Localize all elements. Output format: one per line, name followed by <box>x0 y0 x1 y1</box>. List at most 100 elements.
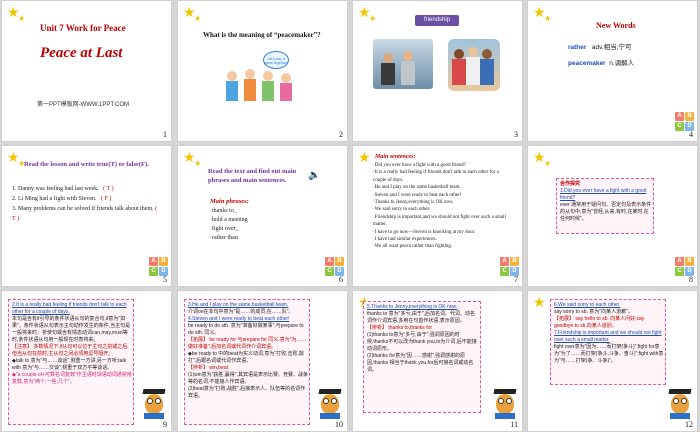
phrase-item: ·fight over_ <box>210 226 239 232</box>
instruction-text: Read the text and find out main phrases … <box>208 168 297 184</box>
sentence-item: ·Thanks to Jenny,everything is OK now. <box>373 200 454 206</box>
slide-thumbnail-7[interactable]: ★ Main sentences: ·Did you ever have a f… <box>352 145 523 287</box>
box-body: 本句是含有if引导的条件状语从句的复合句,if意为"如果"。条件状语从句表示主句… <box>12 316 131 343</box>
box-note: (2)beat意为"打败,战胜",后接表示人、队伍等的名词作宾语。 <box>188 386 306 399</box>
new-words-heading: New Words <box>596 21 636 30</box>
footer-text: 第一PPT模板网-WWW.1PPT.COM <box>37 102 129 108</box>
sentence-item: ·We said sorry to each other. <box>373 207 431 213</box>
slide-thumbnail-10[interactable]: ★ 3.He and I play on the same basketball… <box>177 290 348 432</box>
speech-bubble: Let's play a game together! <box>263 51 289 69</box>
box-note: (1)thanks to意为"多亏,由于",强调原因的时候,thanks不可以改… <box>367 332 477 352</box>
box-note: 【注意】 多数情况下,if从句可以位于主句之前或之后,但当从句在前时,主从句之间… <box>12 344 129 357</box>
star-icon: ★ <box>18 14 26 23</box>
slide-thumbnail-2[interactable]: ★ ★ What is the meaning of “peacemaker”?… <box>177 0 348 142</box>
sentence-item: ·I have had similar experiences. <box>373 237 437 243</box>
explanation-box: 5.Thanks to Jenny,everything is OK now. … <box>363 301 481 413</box>
list-item: 1. Danny was feeling bad last week. ( T … <box>12 186 114 192</box>
abc-blocks-icon: ABCD <box>149 257 168 276</box>
slide-number: 11 <box>510 420 518 429</box>
box-note: 【拓展】 be ready for 与prepare for 同义,意为"为……… <box>188 337 307 350</box>
abc-blocks-icon: ABCD <box>500 257 519 276</box>
slide-number: 2 <box>339 130 343 139</box>
box-note: ◆be ready to 中的beat为实义动词,意为"打败,击败,敲打",后跟… <box>188 351 304 364</box>
box-note: ◆talk to 意为"与……谈话",侧重一方讲,另一方听;talk with … <box>12 358 127 371</box>
box-body: ever 通常用于疑问句、否定句及表示条件的从句中,意为"曾经,从来,有时,在某… <box>560 202 652 222</box>
question-text: What is the meaning of “peacemaker”? <box>203 31 321 39</box>
owl-mascot-icon <box>667 389 693 419</box>
explanation-box: 3.He and I play on the same basketball t… <box>184 299 310 425</box>
slide-thumbnail-6[interactable]: ★ ★ 🔈 Read the text and find out main ph… <box>177 145 348 287</box>
box-note: 【拓展】 say hello to sb. 向某人问好;say goodbye … <box>554 316 645 329</box>
slide-thumbnail-12[interactable]: ★ 6.We said sorry to each other. say sor… <box>527 290 698 432</box>
slide-thumbnail-5[interactable]: ★ ★ Read the lesson and write true(T) or… <box>1 145 172 287</box>
list-item: 2. Li Ming had a fight with Steven. ( F … <box>12 196 112 202</box>
slide-number: 9 <box>163 420 167 429</box>
star-icon: ★ <box>544 159 552 168</box>
word: rather <box>568 44 587 51</box>
sentence-item: ·It is a really bad feeling if friends d… <box>373 170 499 183</box>
slide-thumbnail-4[interactable]: ★ ★ New Words rather adv.相当;宁可 peacemake… <box>527 0 698 142</box>
box-note: (1)win意为"获胜,赢得",其宾语是表示比赛、竞赛、战争等的名词,不能接人作… <box>188 372 308 385</box>
star-icon: ★ <box>533 294 546 310</box>
slide-number: 3 <box>514 130 518 139</box>
slide-number: 1 <box>163 130 167 139</box>
explanation-box: 合作探究 1.Did you ever have a fight with a … <box>556 178 654 234</box>
box-body: say sorry to sb. 意为"向某人道歉"。 <box>554 309 633 315</box>
phrases-heading: Main phrases: <box>210 198 249 205</box>
sentence-item: ·I have to go now—Steven is knocking at … <box>373 229 476 235</box>
slide-thumbnail-8[interactable]: ★ ★ 合作探究 1.Did you ever have a fight wit… <box>527 145 698 287</box>
abc-blocks-icon: ABCD <box>675 257 694 276</box>
word-definition: n.调解人 <box>609 60 635 67</box>
box-title: 6.We said sorry to each other. <box>554 302 621 308</box>
slide-number: 10 <box>335 420 343 429</box>
slide-thumbnail-3[interactable]: ★ ★ friendship 3 <box>352 0 523 142</box>
box-title: 1.Did you ever have a fight with a good … <box>560 188 647 201</box>
photo-friends-1 <box>373 39 433 89</box>
phrase-item: ·hold a meeting <box>210 217 248 223</box>
box-note: (2)thanks for意为"因……感谢",强调感谢的原因,thanks 相当… <box>367 353 474 373</box>
abc-blocks-icon: ABCD <box>325 257 344 276</box>
star-icon: ★ <box>544 14 552 23</box>
speaker-icon[interactable]: 🔈 <box>308 170 320 181</box>
phrase-item: ·thanks to_ <box>210 208 237 214</box>
slide-number: 12 <box>685 420 693 429</box>
word-row: peacemaker n.调解人 <box>568 57 634 67</box>
explanation-box: 6.We said sorry to each other. say sorry… <box>550 299 666 385</box>
sentences-heading: Main sentences: <box>375 154 416 160</box>
sentence-item: ·Steven and I were ready to beat each ot… <box>373 192 462 198</box>
box-body: thanks to 意为"多亏,由于",后加名词、代词、动名词作介词宾语,多用在… <box>367 311 476 324</box>
box-title: 3.He and I play on the same basketball t… <box>188 302 289 308</box>
phrase-item: ·rather than <box>210 235 238 241</box>
slide-number: 7 <box>514 275 518 284</box>
word: peacemaker <box>568 60 606 67</box>
box-note: ◆"a couple of+可数名词复数"作主语时谓语动词通常用复数,意为"两个… <box>12 372 132 385</box>
slide-thumbnail-1[interactable]: ★ ★ Unit 7 Work for Peace Peace at Last … <box>1 0 172 142</box>
box-note: 【辨析】 win,beat <box>188 365 229 371</box>
sentence-item: ·Did you ever have a fight with a good f… <box>373 163 466 168</box>
star-icon: ★ <box>358 149 371 165</box>
star-icon: ★ <box>369 14 377 23</box>
box-body: 介词on在本句中意为"是……的成员,在……队"。 <box>188 309 294 315</box>
slide-number: 4 <box>689 130 693 139</box>
sentence-item: ·We all want peace rather than fighting. <box>373 244 453 250</box>
star-icon: ★ <box>194 14 202 23</box>
star-icon: ★ <box>194 159 202 168</box>
owl-mascot-icon <box>141 389 167 419</box>
slide-thumbnail-11[interactable]: ★ 5.Thanks to Jenny,everything is OK now… <box>352 290 523 432</box>
owl-mascot-icon <box>317 389 343 419</box>
box-title: 5.Thanks to Jenny,everything is OK now. <box>367 304 458 310</box>
unit-label: Unit 7 Work for Peace <box>40 23 126 33</box>
word-row: rather adv.相当;宁可 <box>568 41 631 51</box>
box-title: 2.It is a really bad feeling if friends … <box>12 302 127 315</box>
box-heading: 合作探究 <box>560 181 581 187</box>
friendship-banner: friendship <box>415 15 459 26</box>
owl-mascot-icon <box>492 389 518 419</box>
explanation-box: 2.It is a really bad feeling if friends … <box>8 299 134 425</box>
slide-number: 5 <box>163 275 167 284</box>
kids-illustration: Let's play a game together! <box>223 51 303 106</box>
sentence-item: ·He and I play on the same basketball te… <box>373 185 461 191</box>
photo-friends-2 <box>448 39 500 91</box>
slide-thumbnail-9[interactable]: ★ 2.It is a really bad feeling if friend… <box>1 290 172 432</box>
instruction-text: Read the lesson and write true(T) or fal… <box>24 161 149 168</box>
box-body: be ready to do sth. 意为"准备好做某事",与prepare … <box>188 323 304 336</box>
